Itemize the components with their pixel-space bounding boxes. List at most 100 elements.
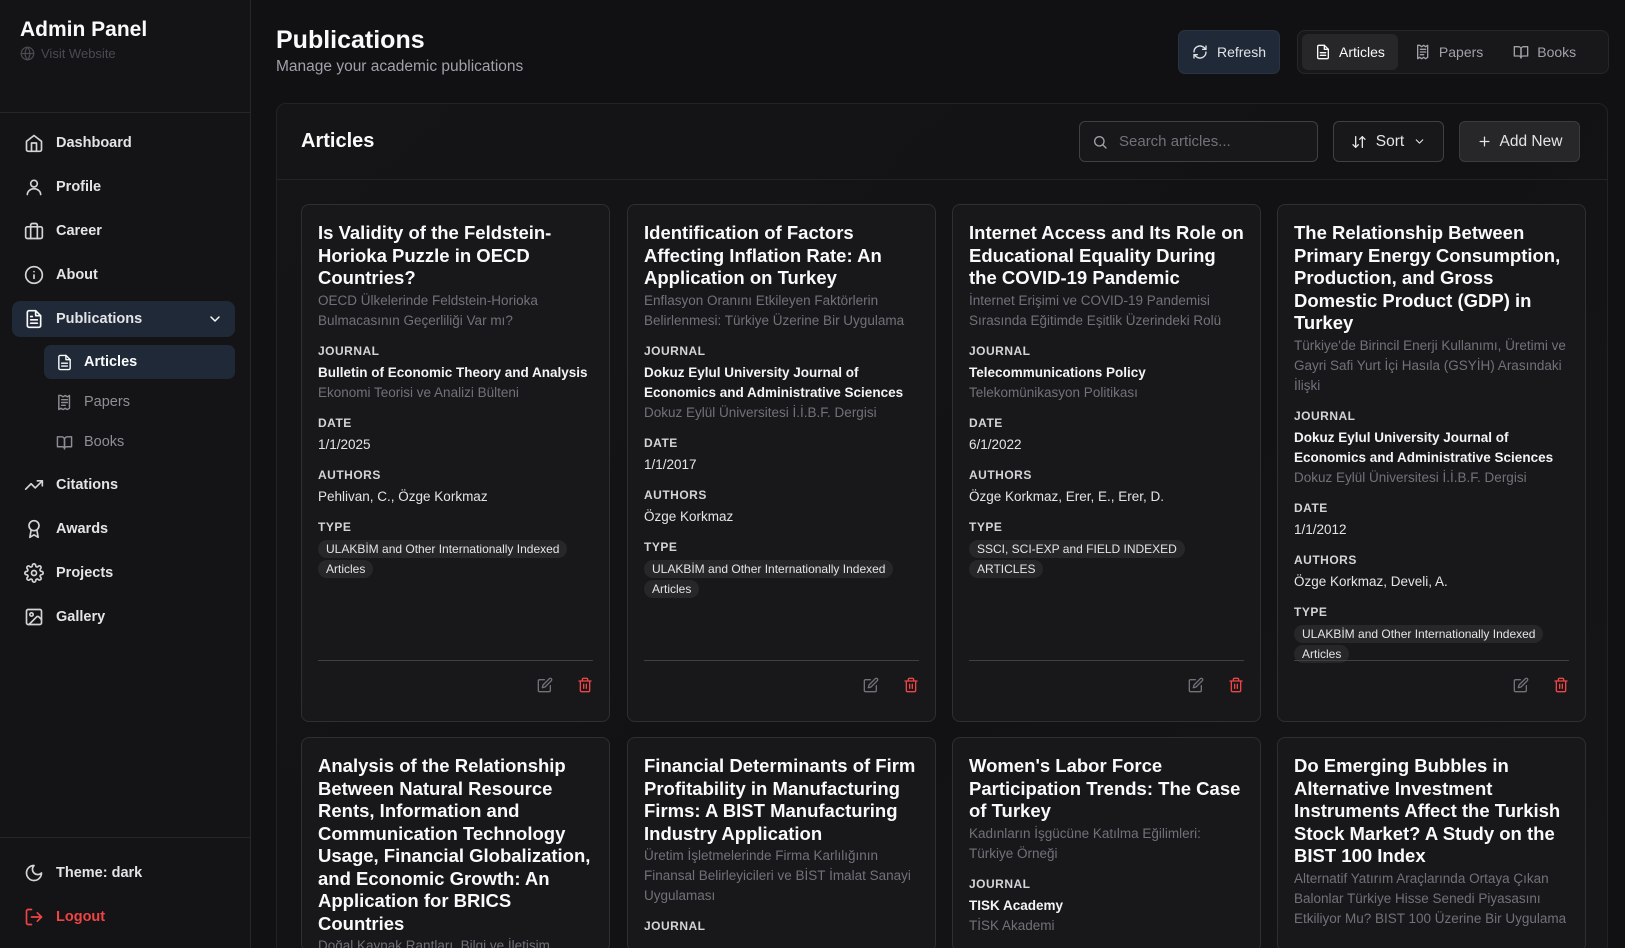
- sidebar-item-label: Dashboard: [56, 135, 132, 151]
- brand: Admin Panel Visit Website: [20, 18, 147, 61]
- sidebar-subitem-label: Articles: [84, 354, 138, 370]
- authors-label: AUTHORS: [318, 467, 381, 482]
- edit-icon[interactable]: [1513, 677, 1529, 693]
- article-card: The Relationship Between Primary Energy …: [1277, 204, 1586, 722]
- article-title-tr: İnternet Erişimi ve COVID-19 Pandemisi S…: [969, 292, 1222, 328]
- article-title: Identification of Factors Affecting Infl…: [644, 222, 882, 288]
- sidebar-item-citations[interactable]: Citations: [12, 467, 235, 503]
- authors-label: AUTHORS: [644, 487, 707, 502]
- authors-value: Özge Korkmaz: [644, 508, 734, 524]
- sidebar-subitem-label: Books: [84, 434, 125, 450]
- trash-icon[interactable]: [1553, 677, 1569, 693]
- article-title-tr: Doğal Kaynak Rantları, Bilgi ve İletişim…: [318, 938, 550, 948]
- journal-name: Dokuz Eylul University Journal of Econom…: [1294, 429, 1554, 465]
- date-value: 1/1/2017: [644, 456, 697, 472]
- search-icon: [1094, 135, 1107, 149]
- tab-articles[interactable]: Articles: [1302, 34, 1398, 70]
- book-open-icon: [56, 435, 73, 450]
- articles-panel: Articles Sort Add New Is Validity of the…: [276, 103, 1608, 948]
- chevron-down-icon[interactable]: [207, 311, 223, 327]
- sort-label: Sort: [1375, 132, 1405, 150]
- type-label: TYPE: [969, 519, 1003, 534]
- card-divider: [318, 660, 593, 661]
- sidebar-item-gallery[interactable]: Gallery: [12, 599, 235, 635]
- refresh-button[interactable]: Refresh: [1178, 30, 1280, 74]
- article-title: Internet Access and Its Role on Educatio…: [969, 222, 1244, 288]
- article-card: Analysis of the Relationship Between Nat…: [301, 737, 610, 948]
- type-label: TYPE: [1294, 604, 1328, 619]
- theme-label: Theme: dark: [56, 865, 143, 881]
- add-new-button[interactable]: Add New: [1459, 121, 1580, 162]
- logout-label: Logout: [56, 909, 106, 925]
- sidebar-item-label: Projects: [56, 565, 114, 581]
- trash-icon[interactable]: [903, 677, 919, 693]
- journal-name-tr: TİSK Akademi: [969, 917, 1055, 933]
- authors-value: Özge Korkmaz, Develi, A.: [1294, 573, 1448, 589]
- trash-icon[interactable]: [1228, 677, 1244, 693]
- tab-books[interactable]: Books: [1500, 34, 1589, 70]
- page-title: Publications: [276, 26, 425, 54]
- authors-label: AUTHORS: [969, 467, 1032, 482]
- sidebar-item-career[interactable]: Career: [12, 213, 235, 249]
- sidebar-item-publications[interactable]: Publications: [12, 301, 235, 337]
- journal-name: TISK Academy: [969, 897, 1064, 913]
- journal-name: Telecommunications Policy: [969, 364, 1146, 380]
- sidebar-divider-bottom: [0, 837, 251, 838]
- home-icon: [25, 134, 43, 153]
- article-card: Internet Access and Its Role on Educatio…: [952, 204, 1261, 722]
- type-badge: ULAKBİM and Other Internationally Indexe…: [644, 559, 894, 598]
- sidebar-item-profile[interactable]: Profile: [12, 169, 235, 205]
- panel-title: Articles: [301, 130, 375, 152]
- type-label: TYPE: [318, 519, 352, 534]
- globe-icon: [20, 46, 35, 61]
- article-title: Financial Determinants of Firm Profitabi…: [644, 755, 916, 844]
- sidebar-item-label: Citations: [56, 477, 119, 493]
- sort-button[interactable]: Sort: [1333, 121, 1444, 162]
- visit-website-link[interactable]: Visit Website: [20, 46, 147, 61]
- date-value: 1/1/2025: [318, 436, 371, 452]
- card-divider: [1294, 660, 1569, 661]
- sidebar-subitem-papers[interactable]: Papers: [44, 385, 235, 419]
- file-text-icon: [26, 309, 42, 329]
- sidebar-item-label: Profile: [56, 179, 102, 195]
- sidebar-item-projects[interactable]: Projects: [12, 555, 235, 591]
- tab-label: Books: [1537, 44, 1577, 60]
- tab-papers[interactable]: Papers: [1402, 34, 1496, 70]
- search-input[interactable]: [1119, 133, 1299, 150]
- sidebar-item-dashboard[interactable]: Dashboard: [12, 125, 235, 161]
- type-badge: SSCI, SCI-EXP and FIELD INDEXED ARTICLES: [969, 539, 1185, 578]
- edit-icon[interactable]: [863, 677, 879, 693]
- sidebar-subitem-books[interactable]: Books: [44, 425, 235, 459]
- date-label: DATE: [1294, 500, 1328, 515]
- page-subtitle: Manage your academic publications: [276, 58, 524, 75]
- journal-label: JOURNAL: [644, 343, 706, 358]
- tab-label: Papers: [1438, 44, 1484, 60]
- journal-name-tr: Dokuz Eylül Üniversitesi İ.İ.B.F. Dergis…: [644, 404, 877, 420]
- article-title: The Relationship Between Primary Energy …: [1294, 222, 1561, 333]
- sidebar-item-awards[interactable]: Awards: [12, 511, 235, 547]
- file-text-icon: [1317, 44, 1329, 60]
- type-label: TYPE: [644, 539, 678, 554]
- sidebar-footer: Theme: dark Logout: [12, 855, 235, 943]
- sidebar-item-about[interactable]: About: [12, 257, 235, 293]
- article-title: Analysis of the Relationship Between Nat…: [318, 755, 591, 934]
- image-icon: [25, 608, 43, 626]
- card-actions: [537, 677, 593, 693]
- date-value: 1/1/2012: [1294, 521, 1347, 537]
- article-card: Is Validity of the Feldstein-Horioka Puz…: [301, 204, 610, 722]
- theme-toggle[interactable]: Theme: dark: [12, 855, 235, 891]
- main-content: Publications Manage your academic public…: [251, 0, 1625, 948]
- edit-icon[interactable]: [1188, 677, 1204, 693]
- award-icon: [28, 519, 40, 539]
- edit-icon[interactable]: [537, 677, 553, 693]
- sidebar-subitem-articles[interactable]: Articles: [44, 345, 235, 379]
- search-box: [1079, 121, 1318, 162]
- logout-button[interactable]: Logout: [12, 899, 235, 935]
- journal-name-tr: Telekomünikasyon Politikası: [969, 384, 1138, 400]
- article-title: Is Validity of the Feldstein-Horioka Puz…: [318, 222, 552, 288]
- card-actions: [1188, 677, 1244, 693]
- trending-up-icon: [24, 480, 44, 490]
- sidebar-subitem-label: Papers: [84, 394, 130, 410]
- trash-icon[interactable]: [577, 677, 593, 693]
- authors-value: Pehlivan, C., Özge Korkmaz: [318, 488, 488, 504]
